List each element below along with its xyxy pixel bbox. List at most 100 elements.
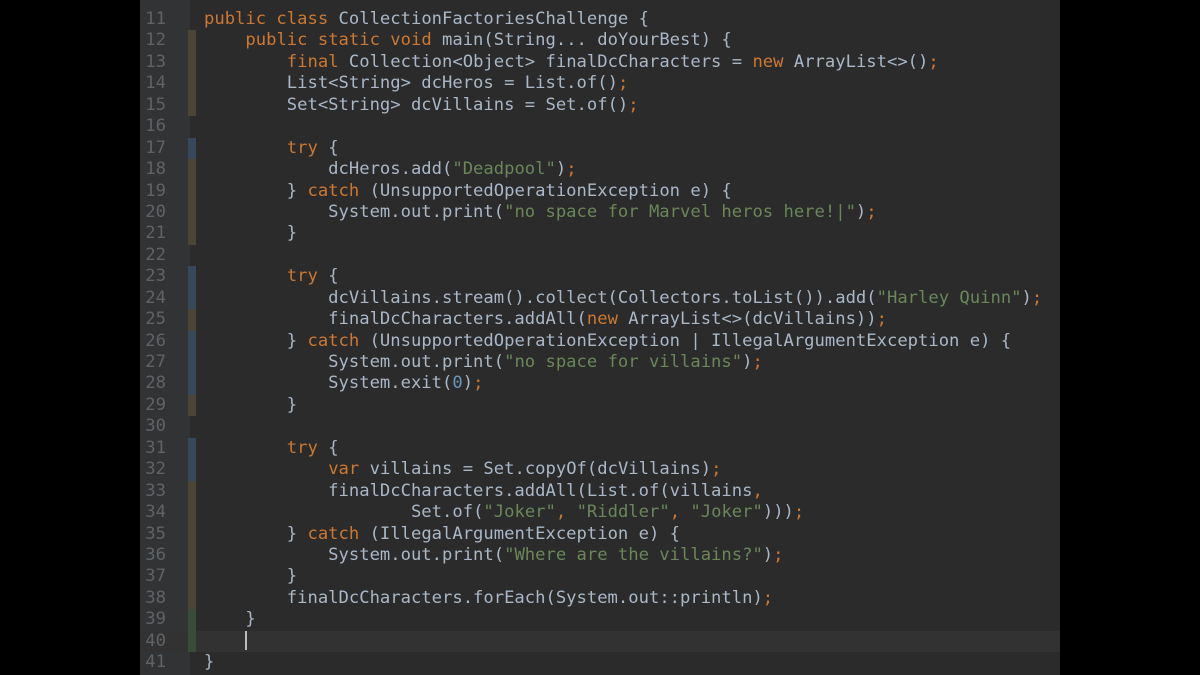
change-marker [188,502,196,524]
code-line[interactable]: 25 finalDcCharacters.addAll(new ArrayLis… [140,309,1060,331]
change-marker [188,137,196,160]
code-text: finalDcCharacters.forEach(System.out::pr… [204,588,773,609]
code-text: public class CollectionFactoriesChalleng… [204,9,649,30]
code-token: finalDcCharacters.addAll(List. [204,480,639,501]
code-line[interactable]: 12 public static void main(String... doY… [140,30,1060,52]
line-number: 14 [145,73,166,94]
code-token: ( [473,502,484,523]
code-token: main(String... doYourBest) { [442,30,732,51]
code-line[interactable]: 41} [140,652,1060,673]
code-token: try [286,137,329,158]
code-token: ArrayList<>() [793,51,929,72]
code-line[interactable]: 30 [140,416,1060,437]
code-text: var villains = Set.copyOf(dcVillains); [204,459,721,480]
code-token: { [328,137,339,158]
code-lines[interactable]: 11 public class CollectionFactoriesChalle… [140,9,1060,674]
code-token: } [204,180,308,201]
code-token: of() [586,94,629,115]
code-line[interactable]: 27 System.out.print("no space for villai… [140,352,1060,374]
code-line[interactable]: 22 [140,245,1060,266]
change-marker [188,373,196,395]
code-token: out [400,352,432,372]
code-line[interactable]: 13 final Collection<Object> finalDcChara… [140,51,1060,74]
code-line[interactable]: 15 Set<String> dcVillains = Set.of(); [140,94,1060,117]
code-text: try { [204,266,339,287]
code-token: , [555,502,577,523]
code-line[interactable]: 14 List<String> dcHeros = List.of(); [140,73,1060,95]
code-text: Set<String> dcVillains = Set.of(); [204,95,639,116]
change-marker [188,437,196,460]
code-text: } [204,566,297,587]
code-token: ; [928,51,939,72]
code-line[interactable]: 29 } [140,394,1060,417]
code-line[interactable]: 39 } [140,609,1060,631]
code-token: ; [866,201,877,222]
line-number: 31 [145,437,166,458]
code-line[interactable]: 26 } catch (UnsupportedOperationExceptio… [140,330,1060,352]
code-token: dcVillains.stream().collect(Collectors. [204,287,732,308]
code-text: List<String> dcHeros = List.of(); [204,73,629,94]
code-token: ) [1021,287,1032,308]
code-token: try [286,266,329,287]
code-token: new [586,309,629,330]
code-token: public class [204,9,339,29]
change-marker [188,266,196,288]
code-text: System.out.print("Where are the villains… [204,544,783,566]
line-number: 32 [145,459,166,480]
change-marker [188,94,196,117]
code-token: final [286,51,349,72]
code-token: , [669,502,691,523]
code-line[interactable]: 38 finalDcCharacters.forEach(System.out:… [140,587,1060,610]
code-token: .print( [431,352,505,372]
code-line[interactable]: 37 } [140,566,1060,588]
line-number: 21 [145,223,166,244]
change-marker [188,30,196,52]
code-token: ::println) [659,587,763,608]
code-line[interactable]: 33 finalDcCharacters.addAll(List.of(vill… [140,480,1060,503]
change-marker [188,51,196,74]
code-line[interactable]: 16 [140,116,1060,137]
code-token: } [204,652,215,673]
line-number: 41 [145,652,166,673]
code-editor[interactable]: 11 public class CollectionFactoriesChalle… [140,0,1060,675]
code-text [204,630,248,652]
code-line[interactable]: 17 try { [140,137,1060,160]
code-line[interactable]: 19 } catch (UnsupportedOperationExceptio… [140,180,1060,202]
change-marker [188,159,196,181]
code-token: ; [628,94,639,115]
code-token: Set<String> dcVillains = Set. [204,94,587,115]
line-number: 29 [145,394,166,415]
code-text: finalDcCharacters.addAll(List.of(villain… [204,481,763,502]
code-line[interactable]: 40 [140,630,1060,653]
code-line[interactable]: 34 Set.of("Joker", "Riddler", "Joker")))… [140,502,1060,524]
change-marker [188,544,196,567]
change-marker [188,587,196,610]
change-marker [188,330,196,352]
code-token: ; [566,159,577,180]
code-line[interactable]: 32 var villains = Set.copyOf(dcVillains)… [140,459,1060,481]
code-line[interactable]: 11 public class CollectionFactoriesChalle… [140,9,1060,30]
code-token: of() [576,73,618,94]
code-line[interactable]: 36 System.out.print("Where are the villa… [140,544,1060,567]
code-token: public static void [245,30,443,51]
code-text: finalDcCharacters.addAll(new ArrayList<>… [204,309,887,330]
code-token: out [400,201,432,222]
code-line[interactable]: 18 dcHeros.add("Deadpool"); [140,159,1060,181]
code-text: } catch (UnsupportedOperationException |… [204,331,1011,352]
line-number: 24 [145,287,166,308]
code-token: "Joker" [483,502,556,523]
code-token: "Joker" [690,502,763,523]
code-line[interactable]: 28 System.exit(0); [140,373,1060,395]
code-line[interactable]: 24 dcVillains.stream().collect(Collector… [140,287,1060,310]
code-line[interactable]: 23 try { [140,266,1060,288]
code-token: { [328,266,339,287]
code-token: } [204,223,298,244]
code-line[interactable]: 21 } [140,223,1060,245]
line-number: 20 [145,201,166,222]
code-line[interactable]: 31 try { [140,437,1060,460]
change-marker [188,609,196,631]
line-number: 30 [145,416,166,437]
code-line[interactable]: 35 } catch (IllegalArgumentException e) … [140,523,1060,545]
code-token: System. [204,544,401,565]
code-line[interactable]: 20 System.out.print("no space for Marvel… [140,201,1060,224]
